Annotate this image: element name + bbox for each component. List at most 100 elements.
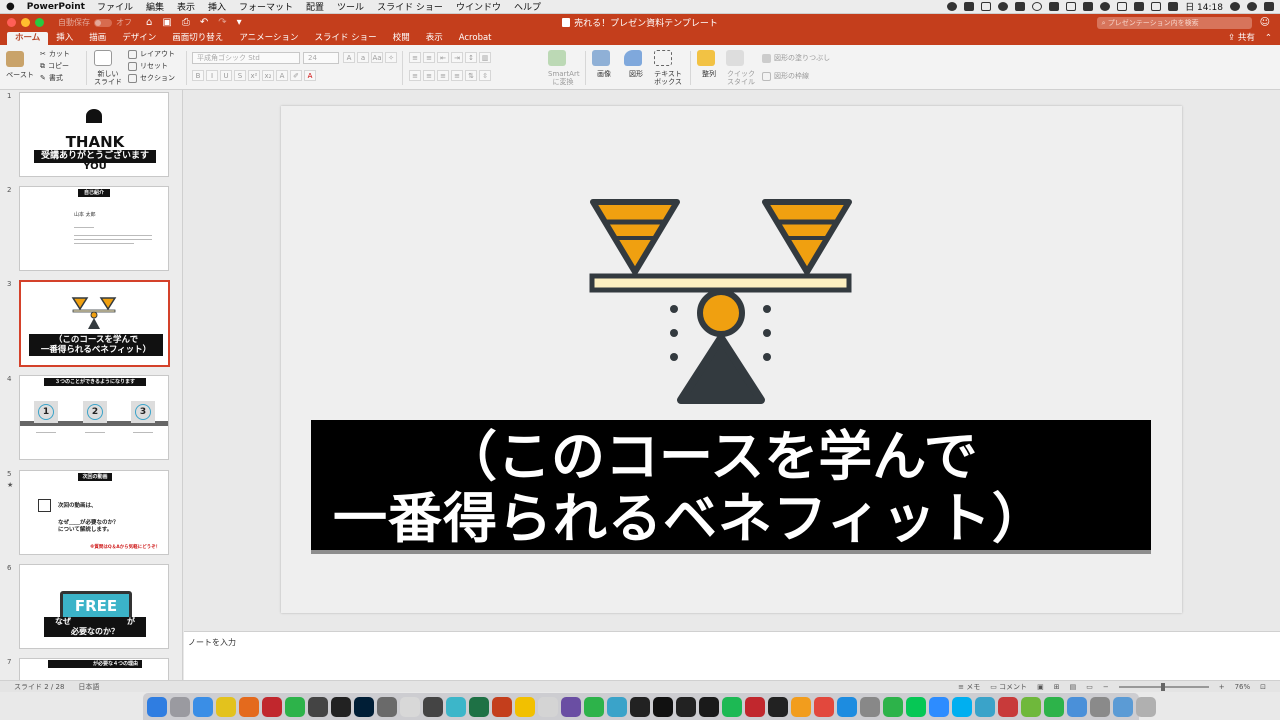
slide-thumbnail-5[interactable]: 次回の動画 次回の動画は、 なぜ＿＿が必要なのか？ について解説します。 ※質問…: [19, 470, 169, 555]
zoom-level[interactable]: 76%: [1235, 683, 1251, 691]
app-icon[interactable]: [768, 696, 788, 717]
tab-review[interactable]: 校閲: [385, 32, 418, 45]
menu-edit[interactable]: 編集: [146, 0, 164, 13]
minimize-window-button[interactable]: [21, 18, 30, 27]
align-left-button[interactable]: ≡: [409, 70, 421, 81]
app-icon[interactable]: [308, 696, 328, 717]
autosave-switch[interactable]: [94, 18, 112, 27]
slide-thumbnail-2[interactable]: 自己紹介 山本 太郎: [19, 186, 169, 271]
shape-outline-button[interactable]: 図形の枠線: [762, 70, 830, 82]
powerpoint-icon[interactable]: [492, 696, 512, 717]
case-button[interactable]: Aa: [371, 52, 383, 63]
slideshow-view-icon[interactable]: ▭: [1086, 683, 1093, 691]
battery-icon[interactable]: [1151, 2, 1162, 11]
arrange-button[interactable]: 整列: [697, 50, 721, 78]
launchpad-icon[interactable]: [170, 696, 190, 717]
slide-thumbnail-3[interactable]: （このコースを学んで 一番得られるベネフィット）: [19, 280, 170, 367]
app-icon[interactable]: [515, 696, 535, 717]
normal-view-icon[interactable]: ▣: [1037, 683, 1044, 691]
format-painter-button[interactable]: ✎ 書式: [40, 72, 70, 84]
app-icon[interactable]: [1021, 696, 1041, 717]
bluetooth-icon[interactable]: [1117, 2, 1128, 11]
evernote-icon[interactable]: [981, 2, 992, 11]
opera-icon[interactable]: [262, 696, 282, 717]
highlight-button[interactable]: ✐: [290, 70, 302, 81]
tab-design[interactable]: デザイン: [114, 32, 164, 45]
customize-toolbar-icon[interactable]: ▾: [237, 17, 242, 28]
tab-slideshow[interactable]: スライド ショー: [306, 32, 384, 45]
align-text-button[interactable]: ⇳: [479, 70, 491, 81]
app-icon[interactable]: [883, 696, 903, 717]
app-icon[interactable]: [584, 696, 604, 717]
app-icon[interactable]: [860, 696, 880, 717]
redo-icon[interactable]: ↷: [218, 17, 226, 28]
autosave-toggle[interactable]: 自動保存 オフ: [58, 17, 132, 28]
menu-format[interactable]: フォーマット: [239, 0, 293, 13]
tab-transitions[interactable]: 画面切り替え: [164, 32, 231, 45]
menubar-clock[interactable]: 日 14:18: [1185, 0, 1223, 13]
mic-icon[interactable]: [1049, 2, 1060, 11]
spotlight-icon[interactable]: [1230, 2, 1240, 11]
slide-thumbnail-4[interactable]: ３つのことができるようになります 1 2 3: [19, 375, 169, 460]
zoom-in-button[interactable]: +: [1219, 683, 1225, 691]
zoom-icon[interactable]: [929, 696, 949, 717]
new-slide-button[interactable]: 新しい スライド: [94, 50, 122, 86]
cloud-icon[interactable]: [947, 2, 958, 11]
wifi-icon[interactable]: [1134, 2, 1145, 11]
font-color-button[interactable]: A: [304, 70, 316, 81]
layout-button[interactable]: レイアウト: [128, 48, 175, 60]
tab-home[interactable]: ホーム: [7, 32, 49, 45]
excel-icon[interactable]: [469, 696, 489, 717]
shrink-font-button[interactable]: a: [357, 52, 369, 63]
safari-icon[interactable]: [193, 696, 213, 717]
save-icon[interactable]: ▣: [162, 17, 171, 28]
menu-arrange[interactable]: 配置: [306, 0, 324, 13]
paste-button[interactable]: ペースト: [6, 51, 34, 79]
app-icon[interactable]: [630, 696, 650, 717]
slide-title-box[interactable]: （このコースを学んで 一番得られるベネフィット）: [311, 420, 1151, 554]
adobe-icon[interactable]: [1083, 2, 1094, 11]
siri-icon[interactable]: [1247, 2, 1257, 11]
line-spacing-button[interactable]: ↕: [465, 52, 477, 63]
menu-slideshow[interactable]: スライド ショー: [377, 0, 443, 13]
font-size-select[interactable]: 24: [303, 52, 339, 64]
smiley-feedback-icon[interactable]: ☺: [1260, 17, 1270, 28]
app-icon[interactable]: [1067, 696, 1087, 717]
bold-button[interactable]: B: [192, 70, 204, 81]
slide-editing-canvas[interactable]: （このコースを学んで 一番得られるベネフィット）: [184, 90, 1280, 631]
firefox-icon[interactable]: [239, 696, 259, 717]
slide-sorter-icon[interactable]: ⊞: [1054, 683, 1060, 691]
app-icon[interactable]: [1090, 696, 1110, 717]
amazon-music-icon[interactable]: [699, 696, 719, 717]
fit-slide-icon[interactable]: ⊡: [1260, 683, 1266, 691]
menu-view[interactable]: 表示: [177, 0, 195, 13]
photoshop-icon[interactable]: [354, 696, 374, 717]
app-icon[interactable]: [745, 696, 765, 717]
superscript-button[interactable]: x²: [248, 70, 260, 81]
clear-format-button[interactable]: ✧: [385, 52, 397, 63]
line-icon[interactable]: [906, 696, 926, 717]
app-icon[interactable]: [998, 696, 1018, 717]
increase-indent-button[interactable]: ⇥: [451, 52, 463, 63]
app-icon[interactable]: [446, 696, 466, 717]
app-store-icon[interactable]: [837, 696, 857, 717]
current-slide[interactable]: （このコースを学んで 一番得られるベネフィット）: [281, 106, 1182, 613]
finder-icon[interactable]: [147, 696, 167, 717]
tab-view[interactable]: 表示: [418, 32, 451, 45]
menu-file[interactable]: ファイル: [97, 0, 133, 13]
menu-help[interactable]: ヘルプ: [514, 0, 541, 13]
numbering-button[interactable]: ≡: [423, 52, 435, 63]
app-icon[interactable]: [377, 696, 397, 717]
app-icon[interactable]: [676, 696, 696, 717]
app-icon[interactable]: [538, 696, 558, 717]
comments-toggle-button[interactable]: ▭ コメント: [990, 682, 1027, 692]
slide-thumbnail-7[interactable]: が必要な４つの理由: [19, 658, 169, 680]
picture-button[interactable]: 画像: [592, 50, 616, 78]
spotify-icon[interactable]: [722, 696, 742, 717]
align-center-button[interactable]: ≡: [423, 70, 435, 81]
font-name-select[interactable]: 平成角ゴシック Std: [192, 52, 300, 64]
section-button[interactable]: セクション: [128, 72, 175, 84]
text-direction-button[interactable]: ⇅: [465, 70, 477, 81]
evernote-icon[interactable]: [285, 696, 305, 717]
textbox-button[interactable]: テキスト ボックス: [654, 50, 682, 86]
